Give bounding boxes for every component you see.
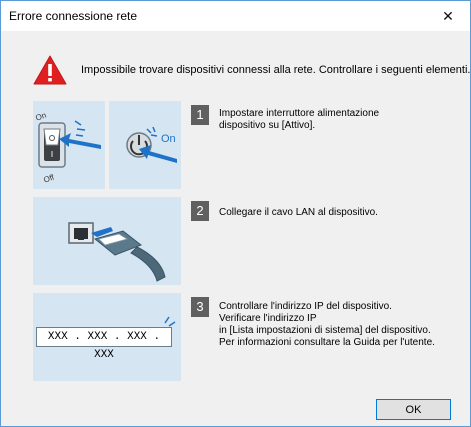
ok-button[interactable]: OK bbox=[376, 399, 451, 420]
close-icon: ✕ bbox=[442, 7, 454, 24]
step2-text: Collegare il cavo LAN al dispositivo. bbox=[219, 207, 378, 219]
step3-line: Per informazioni consultare la Guida per… bbox=[219, 337, 435, 348]
step1-line: Impostare interruttore alimentazione bbox=[219, 108, 380, 119]
step1-text: Impostare interruttore alimentazione dis… bbox=[219, 108, 379, 132]
switch-off-label: Off bbox=[42, 172, 56, 184]
network-error-dialog: Errore connessione rete ✕ Impossibile tr… bbox=[0, 0, 471, 427]
step3-text: Controllare l'indirizzo IP del dispositi… bbox=[219, 301, 435, 349]
step2-illustration bbox=[33, 197, 181, 285]
step3-illustration: XXX . XXX . XXX . XXX bbox=[33, 293, 181, 381]
power-switch-icon: On Off bbox=[34, 111, 101, 185]
step2-number: 2 bbox=[191, 201, 209, 221]
switch-on-label: On bbox=[34, 111, 47, 123]
warning-icon bbox=[33, 55, 67, 85]
step3-line: Controllare l'indirizzo IP del dispositi… bbox=[219, 301, 392, 312]
step1-illustration-button: On bbox=[109, 101, 181, 189]
step3-line: in [Lista impostazioni di sistema] del d… bbox=[219, 325, 431, 336]
step1-illustration: On Off bbox=[33, 101, 105, 189]
close-button[interactable]: ✕ bbox=[426, 1, 470, 31]
button-on-label: On bbox=[161, 133, 176, 145]
step1-number: 1 bbox=[191, 105, 209, 125]
error-message: Impossibile trovare dispositivi connessi… bbox=[81, 64, 471, 76]
step2-line: Collegare il cavo LAN al dispositivo. bbox=[219, 207, 378, 218]
power-button-icon: On bbox=[126, 126, 177, 163]
window-title: Errore connessione rete bbox=[9, 9, 138, 23]
ip-address-display: XXX . XXX . XXX . XXX bbox=[36, 327, 172, 361]
title-bar: Errore connessione rete ✕ bbox=[1, 1, 470, 31]
step1-line: dispositivo su [Attivo]. bbox=[219, 120, 316, 131]
step3-number: 3 bbox=[191, 297, 209, 317]
step3-line: Verificare l'indirizzo IP bbox=[219, 313, 317, 324]
lan-cable-icon bbox=[57, 222, 166, 282]
